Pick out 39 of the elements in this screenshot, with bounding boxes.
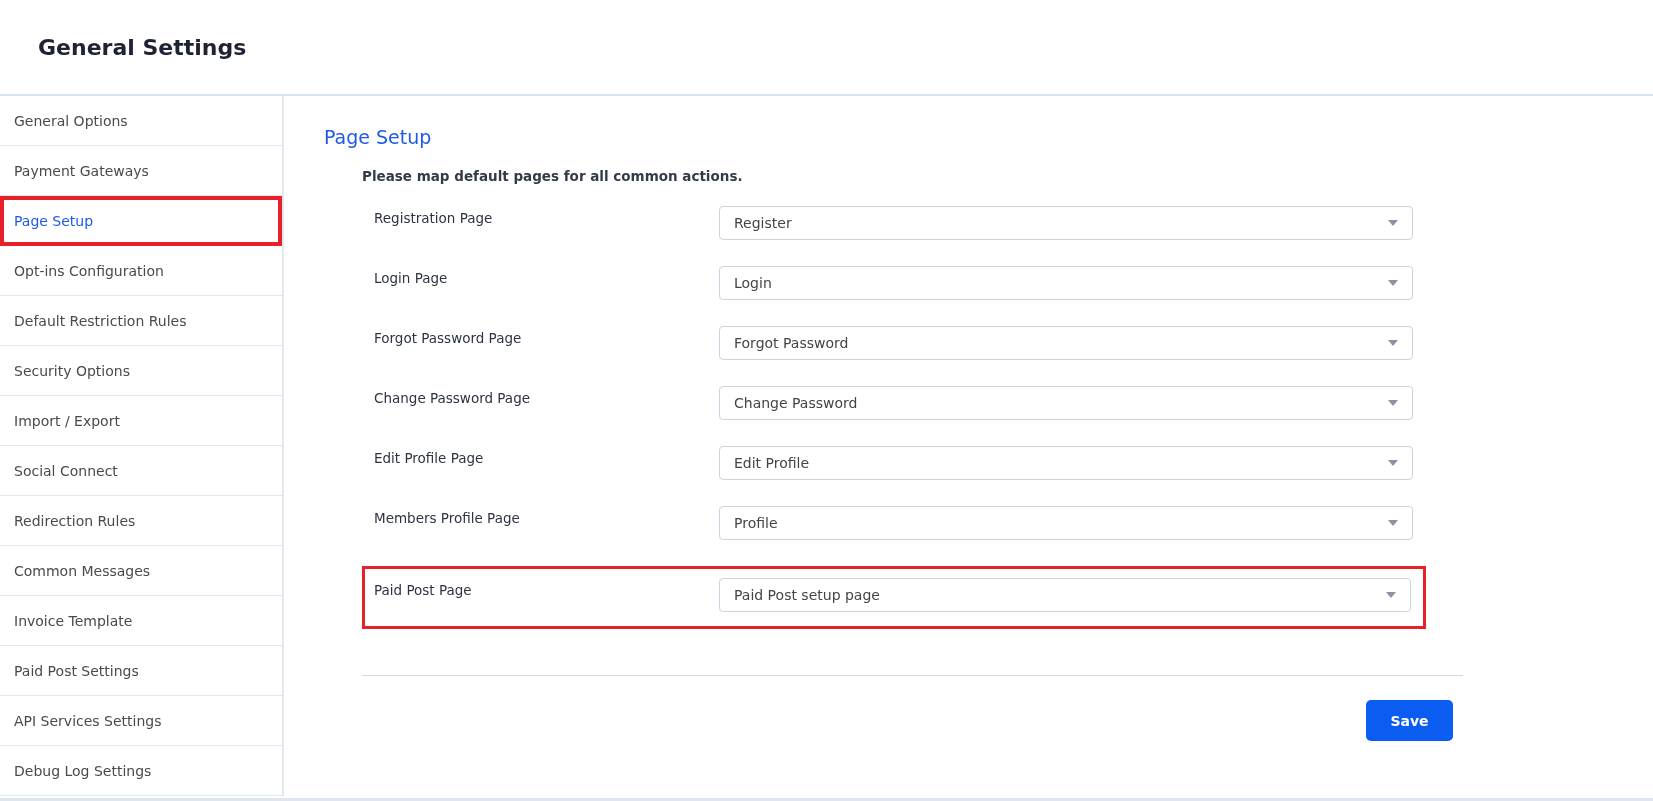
sidebar-item[interactable]: API Services Settings — [0, 696, 282, 746]
page-title: General Settings — [38, 34, 247, 60]
sidebar-item[interactable]: Default Restriction Rules — [0, 296, 282, 346]
sidebar-item[interactable]: Redirection Rules — [0, 496, 282, 546]
sidebar-item[interactable]: General Options — [0, 96, 282, 146]
field-label: Login Page — [374, 269, 449, 286]
field-label: Forgot Password Page — [374, 329, 523, 346]
caret-icon — [1388, 460, 1398, 466]
sidebar-item[interactable]: Payment Gateways — [0, 146, 282, 196]
save-button[interactable]: Save — [1366, 700, 1453, 741]
field-label: Members Profile Page — [374, 509, 521, 526]
sidebar-item[interactable]: Common Messages — [0, 546, 282, 596]
sidebar-item[interactable]: Import / Export — [0, 396, 282, 446]
sidebar-item[interactable]: Page Setup — [0, 196, 282, 246]
sidebar-item[interactable]: Paid Post Settings — [0, 646, 282, 696]
sidebar-item[interactable]: Security Options — [0, 346, 282, 396]
intro-text: Please map default pages for all common actions. — [362, 168, 744, 184]
page-dropdown[interactable]: Login — [719, 266, 1413, 300]
caret-icon — [1388, 280, 1398, 286]
section-title: Page Setup — [324, 126, 433, 148]
page-dropdown[interactable]: Profile — [719, 506, 1413, 540]
field-label: Paid Post Page — [374, 581, 473, 598]
page-dropdown[interactable]: Change Password — [719, 386, 1413, 420]
sidebar-item[interactable]: Opt-ins Configuration — [0, 246, 282, 296]
caret-icon — [1388, 220, 1398, 226]
caret-icon — [1388, 520, 1398, 526]
page-dropdown[interactable]: Paid Post setup page — [719, 578, 1411, 612]
caret-icon — [1388, 400, 1398, 406]
sidebar-item[interactable]: Invoice Template — [0, 596, 282, 646]
sidebar-item[interactable]: Social Connect — [0, 446, 282, 496]
page-dropdown[interactable]: Register — [719, 206, 1413, 240]
caret-icon — [1388, 340, 1398, 346]
caret-icon — [1386, 592, 1396, 598]
sidebar-item[interactable]: Debug Log Settings — [0, 746, 282, 796]
page-dropdown[interactable]: Edit Profile — [719, 446, 1413, 480]
field-label: Edit Profile Page — [374, 449, 485, 466]
field-label: Registration Page — [374, 209, 494, 226]
page-dropdown[interactable]: Forgot Password — [719, 326, 1413, 360]
field-label: Change Password Page — [374, 389, 531, 406]
